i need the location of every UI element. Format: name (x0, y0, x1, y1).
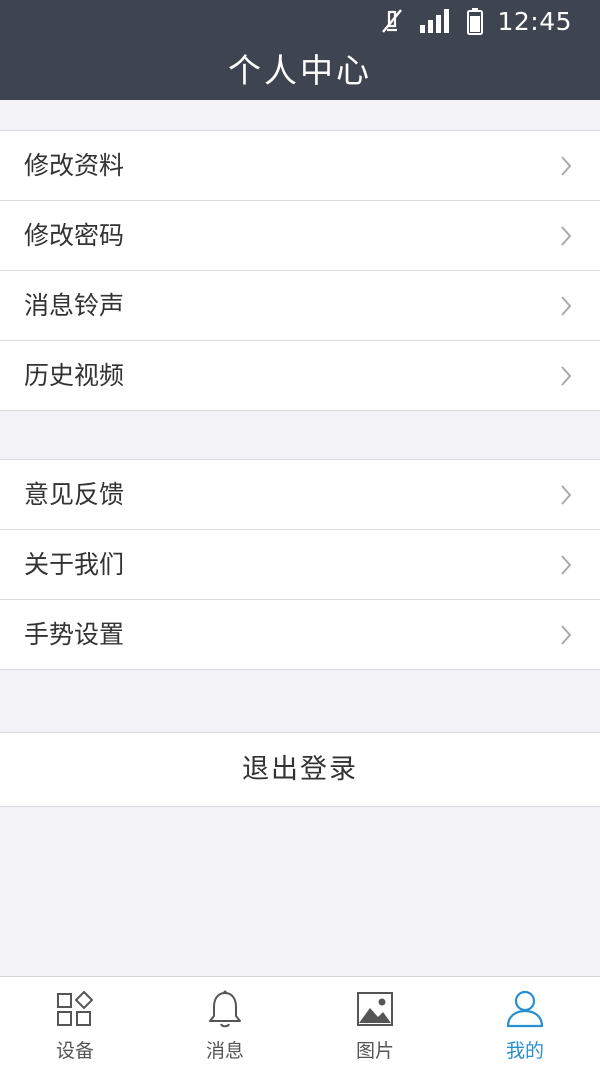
chevron-right-icon (561, 485, 572, 505)
chevron-right-icon (561, 156, 572, 176)
tab-label: 消息 (205, 1040, 244, 1062)
tab-mine[interactable]: 我的 (450, 977, 600, 1068)
tab-label: 我的 (505, 1040, 544, 1062)
menu-item-label: 历史视频 (24, 361, 125, 390)
menu-item-label: 消息铃声 (24, 291, 125, 320)
bell-icon (209, 990, 241, 1028)
menu-group-account: 修改资料 修改密码 消息铃声 历史视频 (0, 130, 600, 411)
menu-item-edit-profile[interactable]: 修改资料 (0, 131, 600, 201)
picture-icon (357, 992, 393, 1026)
menu-item-label: 修改密码 (24, 221, 125, 250)
menu-item-ringtone[interactable]: 消息铃声 (0, 271, 600, 341)
chevron-right-icon (561, 226, 572, 246)
bottom-tab-bar: 设备 消息 图片 我的 (0, 976, 600, 1068)
menu-item-about-us[interactable]: 关于我们 (0, 530, 600, 600)
menu-item-feedback[interactable]: 意见反馈 (0, 460, 600, 530)
status-time: 12:45 (497, 6, 572, 36)
status-bar: 12:45 (379, 4, 572, 38)
menu-item-label: 意见反馈 (24, 480, 125, 509)
menu-item-history-video[interactable]: 历史视频 (0, 341, 600, 410)
page-title: 个人中心 (228, 51, 372, 90)
chevron-right-icon (561, 555, 572, 575)
tab-label: 设备 (55, 1040, 94, 1062)
menu-group-other: 意见反馈 关于我们 手势设置 (0, 459, 600, 670)
battery-icon (467, 8, 484, 35)
chevron-right-icon (561, 366, 572, 386)
menu-item-gesture-settings[interactable]: 手势设置 (0, 600, 600, 669)
mute-icon (382, 9, 403, 33)
menu-item-change-password[interactable]: 修改密码 (0, 201, 600, 271)
chevron-right-icon (561, 296, 572, 316)
header-bar: 12:45 个人中心 (0, 0, 600, 100)
signal-icon (420, 9, 450, 33)
tab-label: 图片 (355, 1040, 394, 1062)
chevron-right-icon (561, 625, 572, 645)
menu-item-label: 修改资料 (24, 151, 125, 180)
tab-pictures[interactable]: 图片 (300, 977, 450, 1068)
logout-button[interactable]: 退出登录 (0, 732, 600, 807)
person-icon (506, 990, 544, 1028)
devices-icon (57, 990, 94, 1026)
menu-item-label: 关于我们 (24, 550, 125, 579)
tab-devices[interactable]: 设备 (0, 977, 150, 1068)
tab-messages[interactable]: 消息 (150, 977, 300, 1068)
menu-item-label: 手势设置 (24, 620, 125, 649)
